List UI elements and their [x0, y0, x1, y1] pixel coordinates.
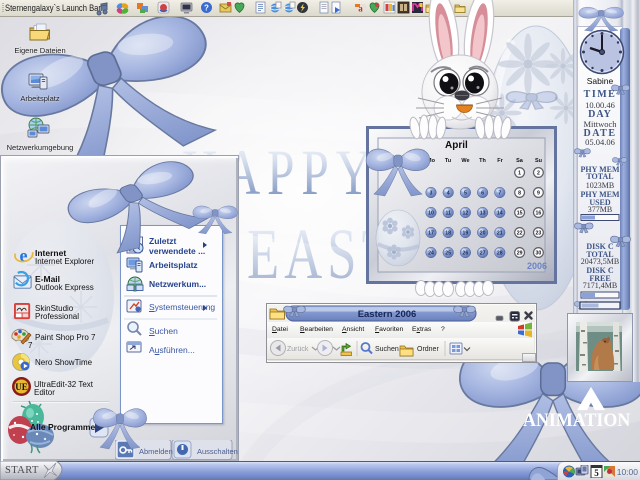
svg-text:23: 23	[536, 231, 542, 237]
svg-text:Suchen: Suchen	[375, 346, 399, 353]
svg-text:5: 5	[594, 468, 599, 478]
svg-text:START: START	[5, 465, 39, 476]
svg-text:2: 2	[537, 171, 540, 177]
svg-text:UE: UE	[15, 382, 28, 392]
svg-text:Zurück: Zurück	[287, 346, 309, 353]
svg-text:16: 16	[536, 211, 542, 217]
svg-text:Ordner: Ordner	[417, 346, 439, 353]
svg-text:Su: Su	[535, 158, 542, 164]
svg-text:2006: 2006	[527, 261, 547, 271]
svg-text:?: ?	[204, 4, 209, 13]
svg-text:9: 9	[537, 191, 540, 197]
svg-text:30: 30	[536, 251, 542, 257]
